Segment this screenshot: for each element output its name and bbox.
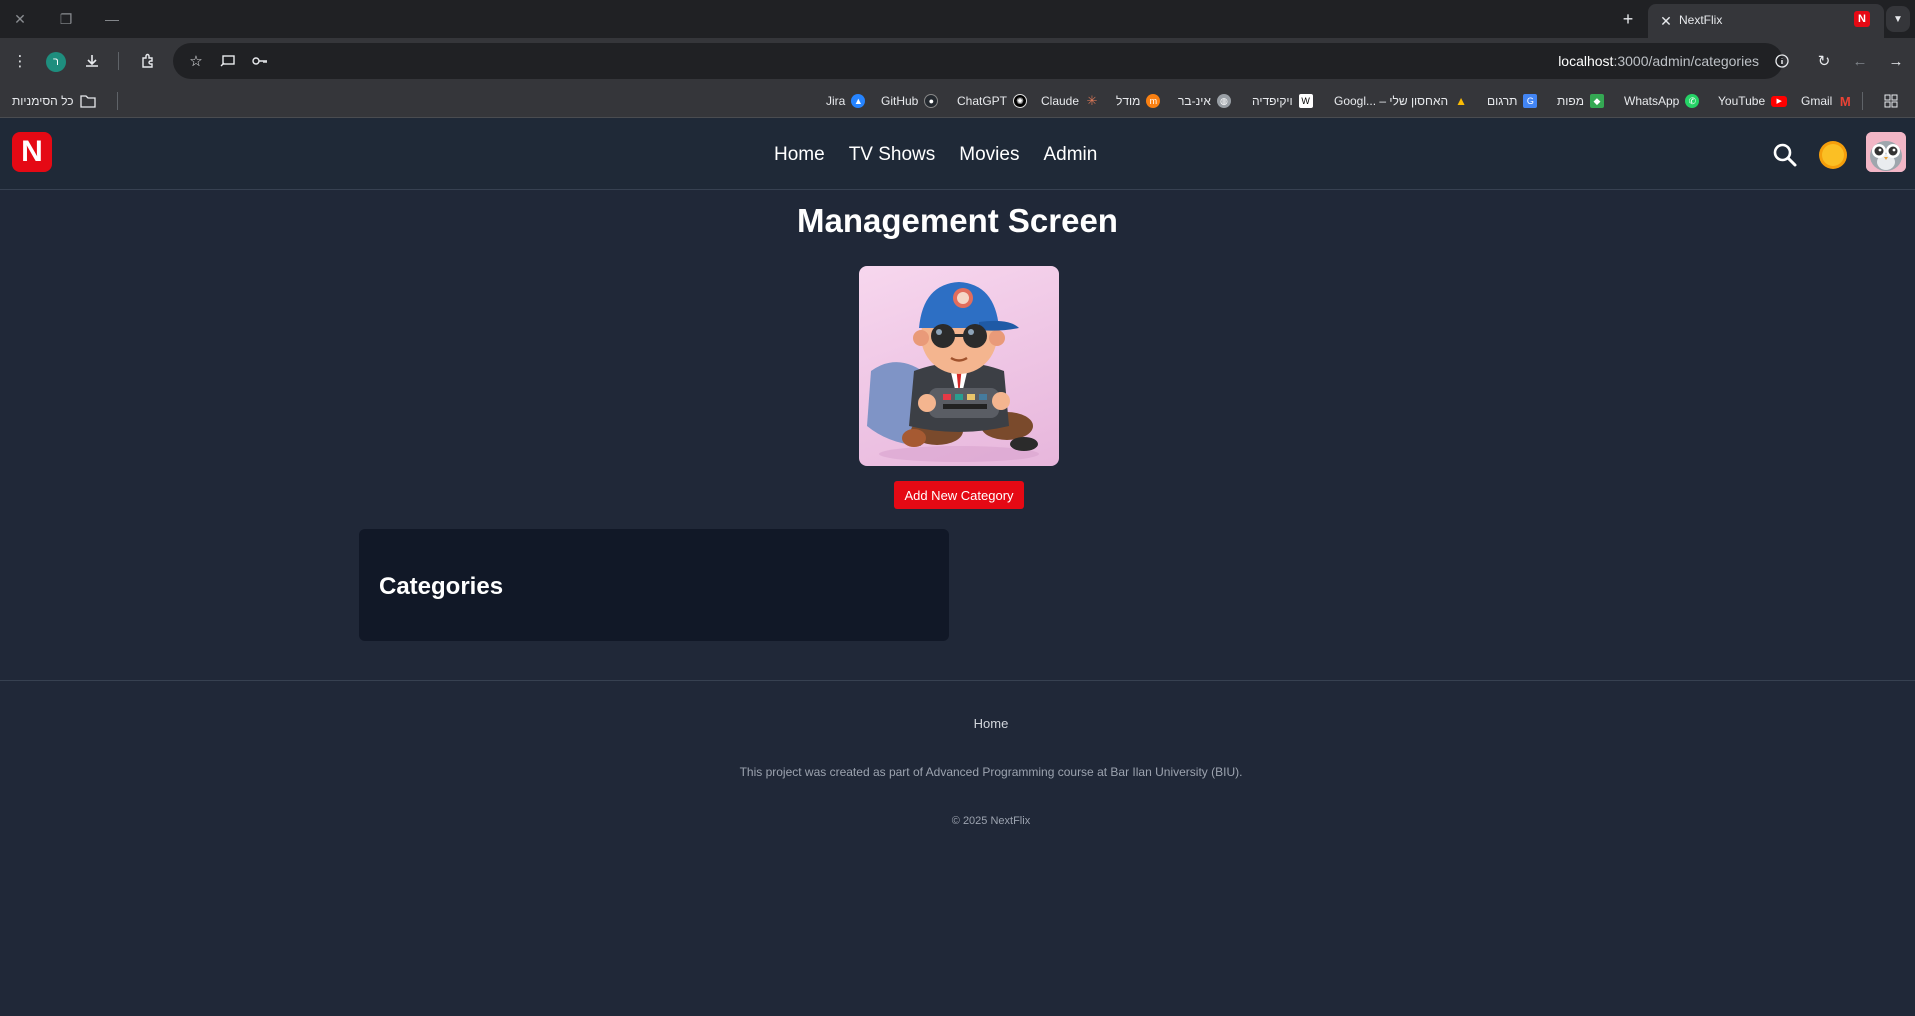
- bookmark-whatsapp[interactable]: WhatsApp ✆: [1624, 92, 1700, 110]
- bookmark-label: מודל: [1116, 94, 1141, 108]
- bookmark-label: אינ-בר: [1178, 94, 1211, 108]
- bookmark-label: ויקיפדיה: [1252, 94, 1293, 108]
- bookmark-jira[interactable]: Jira ▲: [826, 92, 866, 110]
- theme-toggle-sun-icon[interactable]: [1822, 144, 1844, 166]
- folder-icon: [79, 95, 96, 108]
- footer-home-link[interactable]: Home: [0, 716, 1915, 731]
- window-restore-icon[interactable]: ❐: [54, 8, 78, 30]
- wikipedia-icon: W: [1298, 94, 1313, 108]
- categories-panel: Categories: [359, 529, 949, 641]
- chatgpt-icon: ✺: [1013, 94, 1028, 108]
- add-new-category-button[interactable]: Add New Category: [894, 481, 1024, 509]
- bookmark-translate[interactable]: תרגום G: [1487, 92, 1538, 110]
- bookmark-wikipedia[interactable]: ויקיפדיה W: [1252, 92, 1313, 110]
- address-bar[interactable]: [173, 43, 1783, 79]
- globe-icon: ◍: [1216, 94, 1231, 108]
- bookmark-inbar[interactable]: אינ-בר ◍: [1178, 92, 1231, 110]
- window-minimize-icon[interactable]: —: [100, 8, 124, 30]
- bookmarks-divider: [1862, 92, 1863, 110]
- bookmark-chatgpt[interactable]: ChatGPT ✺: [957, 92, 1028, 110]
- search-icon[interactable]: [1772, 142, 1798, 168]
- bookmarks-bar: כל הסימניות Jira ▲ GitHub ● ChatGPT ✺ Claud…: [0, 84, 1915, 118]
- bookmark-drive[interactable]: Googl... – האחסון שלי ▲: [1334, 92, 1468, 110]
- all-bookmarks-label: כל הסימניות: [12, 94, 74, 108]
- all-bookmarks-folder[interactable]: כל הסימניות: [12, 92, 96, 110]
- maps-icon: ◆: [1589, 94, 1604, 108]
- back-arrow-icon[interactable]: ←: [1848, 49, 1872, 73]
- tab-favicon-icon: N: [1854, 11, 1870, 27]
- bookmark-moodle[interactable]: מודל m: [1116, 92, 1161, 110]
- bookmark-label: Jira: [826, 94, 846, 108]
- youtube-icon: ▶: [1771, 95, 1788, 107]
- nav-home[interactable]: Home: [774, 144, 825, 166]
- bookmark-label: Claude: [1041, 94, 1080, 108]
- bookmark-star-icon[interactable]: ☆: [184, 49, 208, 73]
- site-info-icon[interactable]: [1770, 49, 1794, 73]
- bookmark-claude[interactable]: Claude ✳: [1041, 92, 1099, 110]
- profile-avatar[interactable]: ר: [46, 52, 66, 72]
- bookmark-label: GitHub: [881, 94, 919, 108]
- bookmark-gmail[interactable]: Gmail M: [1801, 92, 1852, 110]
- bookmark-label: WhatsApp: [1624, 94, 1680, 108]
- cast-icon[interactable]: [216, 49, 240, 73]
- nav-admin[interactable]: Admin: [1043, 144, 1097, 166]
- url-path: :3000/admin/categories: [1613, 53, 1759, 69]
- whatsapp-icon: ✆: [1685, 94, 1700, 108]
- toolbar-divider: [118, 52, 119, 70]
- browser-tab-strip: ✕ ❐ — + ✕ NextFlix N ▼: [0, 0, 1915, 38]
- window-close-icon[interactable]: ✕: [8, 8, 32, 30]
- moodle-icon: m: [1146, 94, 1161, 108]
- github-icon: ●: [924, 94, 939, 108]
- footer-copyright: © 2025 NextFlix: [951, 815, 1031, 827]
- forward-arrow-icon[interactable]: →: [1884, 49, 1908, 73]
- bookmark-label: ChatGPT: [957, 94, 1008, 108]
- bookmark-label: תרגום: [1487, 94, 1518, 108]
- extensions-icon[interactable]: [136, 49, 160, 73]
- bookmark-label: מפות: [1557, 94, 1584, 108]
- footer-divider: [0, 680, 1915, 681]
- gmail-icon: M: [1839, 93, 1851, 109]
- bookmark-maps[interactable]: מפות ◆: [1557, 92, 1604, 110]
- admin-mascot-image: [859, 266, 1059, 466]
- site-header: N Home TV Shows Movies Admin: [0, 118, 1915, 190]
- nav-tv-shows[interactable]: TV Shows: [849, 144, 936, 166]
- tab-search-chevron-icon[interactable]: ▼: [1886, 6, 1910, 32]
- nextflix-logo[interactable]: N: [12, 132, 52, 172]
- url-text[interactable]: localhost:3000/admin/categories: [1558, 53, 1759, 69]
- nav-movies[interactable]: Movies: [959, 144, 1019, 166]
- bookmark-github[interactable]: GitHub ●: [881, 92, 939, 110]
- browser-menu-icon[interactable]: ⋮: [8, 49, 32, 73]
- user-avatar[interactable]: [1866, 132, 1906, 172]
- reload-icon[interactable]: ↻: [1812, 49, 1836, 73]
- password-key-icon[interactable]: [248, 49, 272, 73]
- url-host: localhost: [1558, 53, 1614, 69]
- bookmark-youtube[interactable]: YouTube ▶: [1718, 92, 1788, 110]
- tab-close-icon[interactable]: ✕: [1658, 12, 1674, 30]
- bookmark-label: YouTube: [1718, 94, 1766, 108]
- tab-title: NextFlix: [1679, 13, 1723, 27]
- bookmark-label: Googl... – האחסון שלי: [1334, 94, 1449, 108]
- browser-tab-nextflix[interactable]: ✕ NextFlix N: [1648, 4, 1884, 38]
- page-title: Management Screen: [797, 202, 1118, 239]
- new-tab-button[interactable]: +: [1617, 8, 1639, 30]
- translate-icon: G: [1523, 94, 1538, 108]
- main-nav: Home TV Shows Movies Admin: [774, 144, 1097, 166]
- bookmarks-divider: [117, 92, 118, 110]
- categories-heading: Categories: [379, 573, 504, 600]
- drive-icon: ▲: [1455, 94, 1468, 108]
- claude-icon: ✳: [1086, 93, 1098, 108]
- jira-icon: ▲: [851, 94, 866, 108]
- bookmark-label: Gmail: [1801, 94, 1833, 108]
- apps-grid-icon[interactable]: [1884, 92, 1898, 110]
- footer-note: This project was created as part of Adva…: [739, 765, 1243, 779]
- download-icon[interactable]: [80, 49, 104, 73]
